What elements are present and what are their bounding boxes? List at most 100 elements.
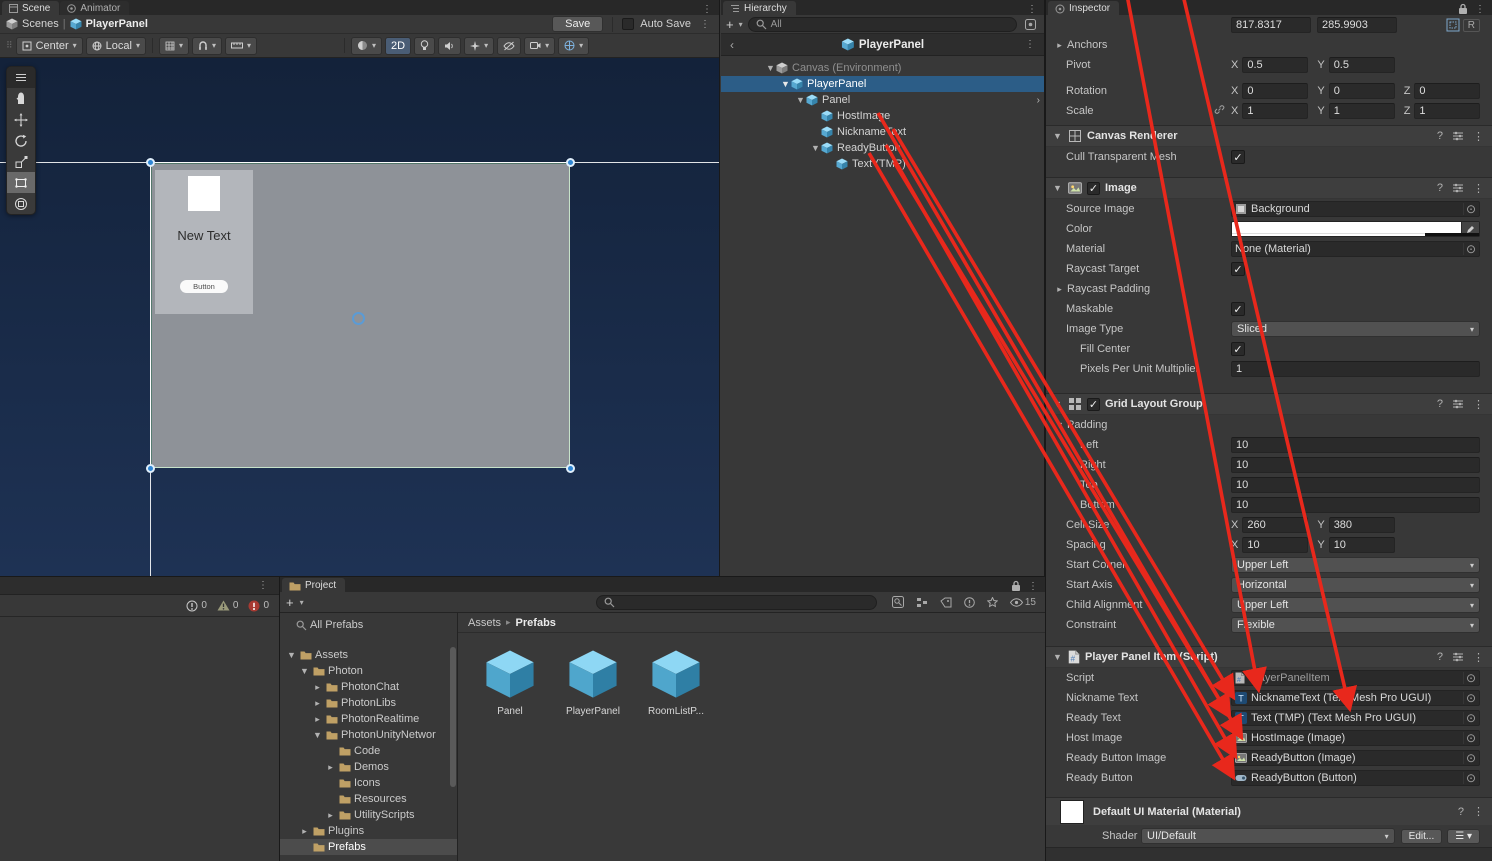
padding-foldout[interactable]: ▼ Padding [1046, 415, 1492, 435]
component-menu-icon[interactable]: ⋮ [1473, 805, 1484, 818]
child-alignment-dropdown[interactable]: Upper Left ▾ [1231, 597, 1480, 613]
help-icon[interactable]: ? [1437, 651, 1443, 663]
rotation-y-field[interactable]: 0 [1328, 83, 1395, 99]
ready-button-preview[interactable]: Button [180, 280, 228, 293]
object-picker-icon[interactable]: ⊙ [1462, 203, 1478, 215]
tab-animator[interactable]: Animator [60, 1, 130, 15]
asset-playerpanel[interactable]: PlayerPanel [557, 645, 629, 717]
crumb-assets[interactable]: Assets [468, 617, 501, 629]
source-image-field[interactable]: Background ⊙ [1231, 201, 1480, 217]
rotate-tool[interactable] [7, 130, 35, 151]
audio-toggle-button[interactable] [438, 36, 462, 55]
object-picker-icon[interactable]: ⊙ [1462, 712, 1478, 724]
shading-mode-button[interactable]: ▾ [351, 36, 383, 55]
favorites-all-prefabs[interactable]: All Prefabs [280, 617, 457, 633]
tab-inspector[interactable]: Inspector [1048, 1, 1120, 15]
gizmos-button[interactable]: ▾ [558, 36, 590, 55]
tree-item-photonunitynetwork[interactable]: ▼ PhotonUnityNetwor [280, 727, 457, 743]
object-picker-icon[interactable]: ⊙ [1462, 732, 1478, 744]
presets-icon[interactable] [1452, 399, 1464, 409]
object-picker-icon[interactable]: ⊙ [1462, 672, 1478, 684]
hierarchy-item-hostimage[interactable]: HostImage [721, 108, 1044, 124]
grid-layout-header[interactable]: ▼ ✓ Grid Layout Group ? ⋮ [1046, 393, 1492, 415]
script-component-header[interactable]: ▼ # Player Panel Item (Script) ? ⋮ [1046, 646, 1492, 668]
pos-x-field[interactable]: 817.8317 [1231, 17, 1311, 33]
cell-size-y-field[interactable]: 380 [1328, 517, 1395, 533]
object-picker-icon[interactable]: ⊙ [1462, 772, 1478, 784]
padding-left-field[interactable]: 10 [1231, 437, 1480, 453]
hierarchy-item-playerpanel[interactable]: ▼ PlayerPanel [721, 76, 1044, 92]
move-tool[interactable] [7, 109, 35, 130]
spacing-y-field[interactable]: 10 [1328, 537, 1395, 553]
inspector-menu-icon[interactable]: ⋮ [1472, 4, 1488, 15]
constraint-dropdown[interactable]: Flexible ▾ [1231, 617, 1480, 633]
presets-icon[interactable] [1452, 131, 1464, 141]
tree-item-utilityscripts[interactable]: ▸ UtilityScripts [280, 807, 457, 823]
space-mode-button[interactable]: Local ▾ [85, 36, 146, 55]
start-corner-dropdown[interactable]: Upper Left ▾ [1231, 557, 1480, 573]
asset-panel[interactable]: Panel [474, 645, 546, 717]
rect-handle-bottomleft[interactable] [146, 464, 155, 473]
object-picker-icon[interactable]: ⊙ [1462, 752, 1478, 764]
favorite-star-icon[interactable] [984, 596, 1001, 608]
create-asset-button[interactable]: + [286, 595, 294, 610]
scene-viewport[interactable]: New Text Button [0, 58, 719, 576]
scene-menu-icon[interactable]: ⋮ [699, 4, 715, 15]
tree-item-assets[interactable]: ▼ Assets [280, 647, 457, 663]
back-chevron-icon[interactable]: ‹ [727, 38, 737, 52]
visible-count[interactable]: 15 [1007, 597, 1039, 608]
breadcrumb-root[interactable]: Scenes [22, 18, 59, 30]
hierarchy-item-text-tmp[interactable]: Text (TMP) [721, 156, 1044, 172]
hierarchy-item-panel[interactable]: ▼ Panel › [721, 92, 1044, 108]
tree-item-photonchat[interactable]: ▸ PhotonChat [280, 679, 457, 695]
help-icon[interactable]: ? [1437, 182, 1443, 194]
info-badge[interactable]: 0 [186, 600, 207, 612]
scale-tool[interactable] [7, 151, 35, 172]
hand-tool[interactable] [7, 88, 35, 109]
rotation-x-field[interactable]: 0 [1242, 83, 1309, 99]
component-menu-icon[interactable]: ⋮ [1473, 182, 1484, 195]
image-component-header[interactable]: ▼ ✓ Image ? ⋮ [1046, 177, 1492, 199]
anchors-foldout[interactable]: ▸ Anchors [1046, 35, 1492, 55]
nickname-text-field[interactable]: T NicknameText (Text Mesh Pro UGUI) ⊙ [1231, 690, 1480, 706]
scale-z-field[interactable]: 1 [1414, 103, 1481, 119]
2d-toggle-button[interactable]: 2D [385, 36, 412, 55]
player-panel-item-card[interactable]: New Text Button [155, 170, 253, 314]
hierarchy-item-canvas[interactable]: ▼ Canvas (Environment) [721, 60, 1044, 76]
ruler-button[interactable]: ▾ [224, 36, 257, 55]
color-field[interactable] [1231, 221, 1480, 237]
create-object-button[interactable]: + [726, 17, 734, 32]
move-gizmo[interactable] [352, 312, 365, 325]
search-save-icon[interactable] [889, 596, 907, 608]
maskable-checkbox[interactable]: ✓ [1231, 302, 1245, 316]
context-bar-menu-icon[interactable]: ⋮ [697, 19, 713, 30]
tab-project[interactable]: Project [282, 578, 346, 592]
scale-x-field[interactable]: 1 [1242, 103, 1309, 119]
tab-scene[interactable]: Scene [2, 1, 60, 15]
image-enabled-checkbox[interactable]: ✓ [1087, 181, 1100, 195]
tree-scrollbar[interactable] [450, 647, 456, 787]
grid-snap-button[interactable]: ▾ [158, 36, 189, 55]
tree-item-photonrealtime[interactable]: ▸ PhotonRealtime [280, 711, 457, 727]
effects-toggle-button[interactable]: ▾ [464, 36, 495, 55]
object-picker-icon[interactable]: ⊙ [1462, 243, 1478, 255]
rect-handle-topright[interactable] [566, 158, 575, 167]
ready-button-field[interactable]: ReadyButton (Button) ⊙ [1231, 770, 1480, 786]
camera-settings-button[interactable]: ▾ [524, 36, 556, 55]
prefab-open-chevron-icon[interactable]: › [1037, 95, 1040, 106]
material-options-button[interactable]: ☰ ▾ [1447, 828, 1480, 844]
help-icon[interactable]: ? [1437, 130, 1443, 142]
script-field[interactable]: # PlayerPanelItem ⊙ [1231, 670, 1480, 686]
tree-item-resources[interactable]: Resources [280, 791, 457, 807]
pivot-mode-button[interactable]: Center ▾ [15, 36, 83, 55]
help-icon[interactable]: ? [1458, 806, 1464, 818]
tree-item-photonlibs[interactable]: ▸ PhotonLibs [280, 695, 457, 711]
hierarchy-menu-icon[interactable]: ⋮ [1024, 4, 1040, 15]
inspector-lock-icon[interactable] [1455, 3, 1471, 15]
object-picker-icon[interactable]: ⊙ [1462, 692, 1478, 704]
presets-icon[interactable] [1452, 652, 1464, 662]
rect-handle-bottomright[interactable] [566, 464, 575, 473]
presets-icon[interactable] [1452, 183, 1464, 193]
rotation-z-field[interactable]: 0 [1414, 83, 1481, 99]
shader-dropdown[interactable]: UI/Default ▾ [1141, 828, 1395, 844]
